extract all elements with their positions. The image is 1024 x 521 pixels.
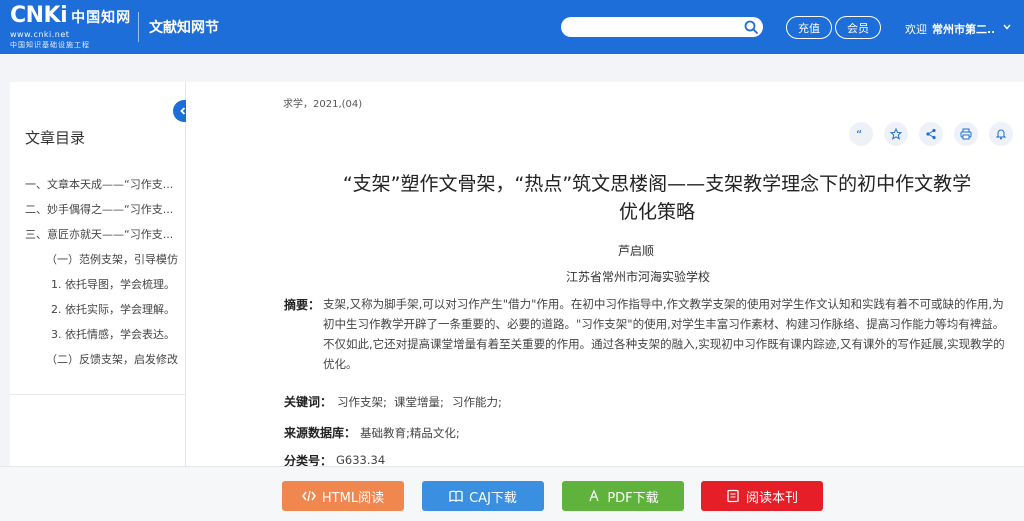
toc-item[interactable]: 3. 依托情感，学会表达。 bbox=[51, 326, 181, 342]
toc-item[interactable]: 1. 依托导图，学会梳理。 bbox=[51, 276, 181, 292]
download-bar: HTML阅读 CAJ下载 PDF下载 阅读本刊 bbox=[0, 466, 1024, 521]
read-journal-label: 阅读本刊 bbox=[745, 490, 798, 506]
keyword-link[interactable]: 习作支架; bbox=[337, 394, 387, 410]
pdf-download-label: PDF下载 bbox=[607, 490, 659, 506]
author-link[interactable]: 芦启顺 bbox=[596, 242, 676, 259]
star-icon bbox=[890, 128, 902, 140]
quote-icon: “ bbox=[856, 128, 862, 140]
caj-download-button[interactable]: CAJ下载 bbox=[422, 481, 544, 511]
article-title-line: 优化策略 bbox=[618, 201, 695, 223]
read-journal-button[interactable]: 阅读本刊 bbox=[701, 481, 823, 511]
html-read-button[interactable]: HTML阅读 bbox=[282, 481, 404, 511]
chevron-down-icon[interactable] bbox=[1002, 22, 1012, 32]
logo-slogan: 中国知识基础设施工程 bbox=[10, 40, 90, 49]
pdf-icon bbox=[589, 489, 599, 502]
welcome-text: 欢迎 bbox=[905, 23, 927, 36]
member-button[interactable]: 会员 bbox=[835, 16, 881, 39]
search-input[interactable] bbox=[561, 17, 763, 37]
keyword-link[interactable]: 课堂增量; bbox=[394, 394, 444, 410]
journal-icon bbox=[727, 489, 739, 503]
svg-text:“: “ bbox=[856, 128, 862, 140]
logo-site-text: www.cnki.net bbox=[10, 29, 70, 39]
toc-item[interactable]: 二、妙手偶得之——“习作支... bbox=[25, 201, 181, 217]
journal-source[interactable]: 求学，2021,(04) bbox=[283, 95, 362, 110]
print-icon bbox=[960, 128, 972, 140]
toc-item[interactable]: 2. 依托实际，学会理解。 bbox=[51, 301, 181, 317]
header-divider bbox=[138, 12, 139, 42]
logo-cnki-text: CNKi bbox=[10, 2, 68, 28]
share-icon bbox=[926, 128, 936, 140]
recharge-button[interactable]: 充值 bbox=[786, 16, 832, 39]
cnki-logo[interactable]: CNKi 中国知网 www.cnki.net 中国知识基础设施工程 bbox=[0, 0, 136, 54]
favorite-button[interactable] bbox=[884, 122, 908, 146]
app-title: 文献知网节 bbox=[149, 20, 219, 36]
keyword-link[interactable]: 习作能力; bbox=[452, 394, 502, 410]
subscribe-button[interactable] bbox=[989, 122, 1013, 146]
article-actions: “ bbox=[849, 122, 1013, 146]
share-button[interactable] bbox=[919, 122, 943, 146]
article-title: “支架”塑作文骨架，“热点”筑文思楼阁——支架教学理念下的初中作文教学 优化策略 bbox=[302, 170, 1012, 226]
code-icon bbox=[301, 490, 316, 502]
abstract-label: 摘要： bbox=[284, 298, 321, 312]
article-title-line: “支架”塑作文骨架，“热点”筑文思楼阁——支架教学理念下的初中作文教学 bbox=[342, 173, 972, 195]
article-panel: 求学，2021,(04) “ “支架”塑作文骨架，“热点”筑文思楼阁——支架教学… bbox=[186, 82, 1024, 482]
user-name[interactable]: 常州市第二... bbox=[932, 21, 994, 37]
organization-link[interactable]: 江苏省常州市河海实验学校 bbox=[538, 268, 738, 285]
bell-icon bbox=[995, 129, 1007, 140]
toc-item[interactable]: 三、意匠亦就天——“习作支... bbox=[25, 226, 181, 242]
database-value: 基础教育;精品文化; bbox=[360, 426, 460, 440]
table-of-contents-panel: 文章目录 一、文章本天成——“习作支... 二、妙手偶得之——“习作支... 三… bbox=[10, 82, 186, 482]
logo-chinese-text: 中国知网 bbox=[71, 9, 132, 26]
pdf-download-button[interactable]: PDF下载 bbox=[562, 481, 684, 511]
caj-download-label: CAJ下载 bbox=[469, 490, 517, 506]
toc-item[interactable]: （二）反馈支架，启发修改 bbox=[46, 351, 181, 367]
print-button[interactable] bbox=[954, 122, 978, 146]
search-icon[interactable] bbox=[743, 19, 759, 35]
database-label: 来源数据库： bbox=[284, 426, 357, 440]
html-read-label: HTML阅读 bbox=[321, 490, 385, 506]
toc-title: 文章目录 bbox=[25, 129, 86, 147]
abstract-text: 支架,又称为脚手架,可以对习作产生"借力"作用。在初中习作指导中,作文教学支架的… bbox=[323, 297, 1005, 371]
keywords-label: 关键词： bbox=[284, 395, 333, 409]
toc-divider bbox=[10, 394, 186, 395]
quote-button[interactable]: “ bbox=[849, 122, 873, 146]
toc-item[interactable]: （一）范例支架，引导模仿 bbox=[46, 251, 181, 267]
toc-item[interactable]: 一、文章本天成——“习作支... bbox=[25, 176, 181, 192]
book-icon bbox=[449, 490, 463, 503]
classification-value: G633.34 bbox=[336, 453, 386, 467]
